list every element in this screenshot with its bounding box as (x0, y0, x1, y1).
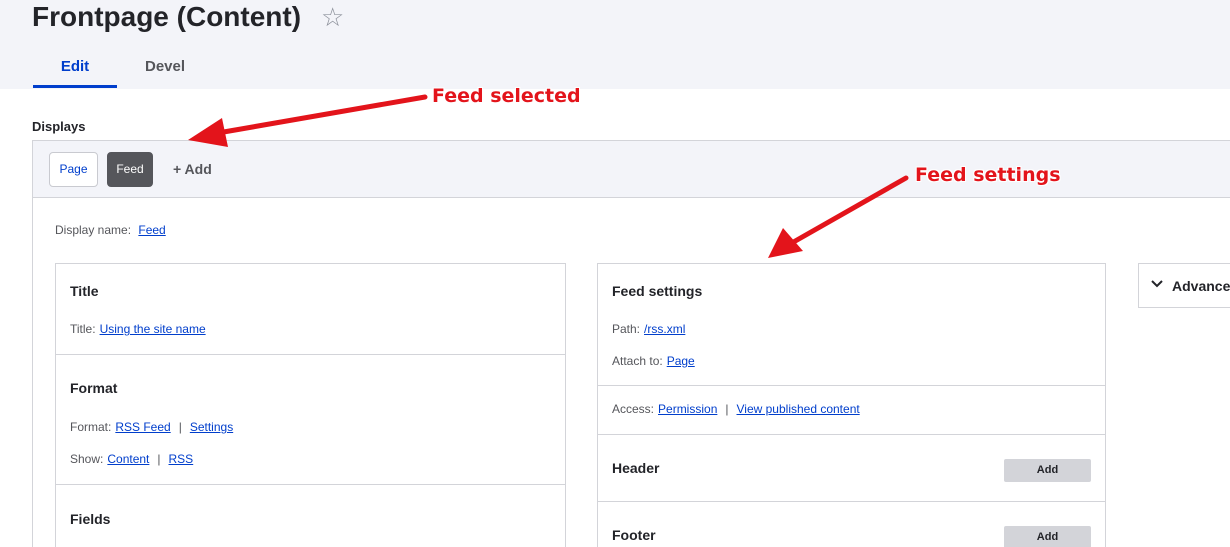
access-extra-link[interactable]: View published content (737, 402, 860, 416)
display-name-label: Display name: (55, 223, 132, 237)
title-value-link[interactable]: Using the site name (100, 322, 206, 336)
show-row: Show: Content | RSS (70, 452, 193, 467)
access-row: Access: Permission | View published content (612, 402, 860, 417)
tab-edit[interactable]: Edit (33, 58, 117, 76)
access-label: Access: (612, 402, 655, 416)
title-label: Title: (70, 322, 96, 336)
display-feed-button[interactable]: Feed (107, 152, 153, 187)
display-name-row: Display name: Feed (55, 223, 166, 238)
annotation-feed-settings: Feed settings (915, 164, 1061, 186)
footer-heading: Footer (612, 527, 656, 543)
feed-settings-section: Feed settings Path:/rss.xml Attach to: Pa… (598, 264, 1105, 386)
displays-label: Displays (32, 119, 86, 134)
show-value-link[interactable]: Content (107, 452, 149, 466)
active-tab-indicator (33, 85, 117, 88)
footer-add-button[interactable]: Add (1004, 526, 1091, 547)
header-add-button[interactable]: Add (1004, 459, 1091, 482)
chevron-down-icon (1151, 277, 1163, 292)
header-heading: Header (612, 460, 660, 476)
title-row: Title: Using the site name (70, 322, 206, 337)
show-label: Show: (70, 452, 104, 466)
add-display-button[interactable]: + Add (173, 161, 212, 177)
feed-settings-heading: Feed settings (612, 283, 703, 299)
page-header: Frontpage (Content) ☆ Edit Devel (0, 0, 1230, 89)
attach-row: Attach to: Page (612, 354, 695, 369)
separator: | (178, 420, 182, 434)
page-title: Frontpage (Content) (32, 1, 302, 32)
footer-section: Footer Add (598, 502, 1105, 547)
star-icon[interactable]: ☆ (321, 3, 344, 31)
display-column-first: Title Title: Using the site name Format F… (55, 263, 566, 547)
format-label: Format: (70, 420, 112, 434)
display-name-link[interactable]: Feed (138, 223, 165, 237)
separator: | (725, 402, 729, 416)
title-heading: Title (70, 283, 99, 299)
title-section: Title Title: Using the site name (56, 264, 565, 355)
path-value-link[interactable]: /rss.xml (644, 322, 685, 336)
fields-section: Fields (56, 485, 565, 547)
annotation-feed-selected: Feed selected (432, 85, 581, 107)
access-value-link[interactable]: Permission (658, 402, 717, 416)
show-settings-link[interactable]: RSS (169, 452, 194, 466)
advanced-label: Advanced (1172, 278, 1230, 294)
format-section: Format Format: RSS Feed | Settings Show: Con… (56, 355, 565, 485)
attach-label: Attach to: (612, 354, 663, 368)
format-heading: Format (70, 380, 118, 396)
path-row: Path:/rss.xml (612, 322, 685, 337)
header-section: Header Add (598, 435, 1105, 502)
tab-devel[interactable]: Devel (145, 58, 185, 76)
fields-heading: Fields (70, 511, 111, 527)
format-settings-link[interactable]: Settings (190, 420, 233, 434)
access-section: Access: Permission | View published content (598, 386, 1105, 435)
advanced-toggle[interactable]: Advanced (1138, 263, 1230, 308)
format-row: Format: RSS Feed | Settings (70, 420, 233, 435)
format-value-link[interactable]: RSS Feed (115, 420, 170, 434)
path-label: Path: (612, 322, 641, 336)
attach-value-link[interactable]: Page (667, 354, 695, 368)
display-column-second: Feed settings Path:/rss.xml Attach to: Pa… (597, 263, 1106, 547)
separator: | (157, 452, 161, 466)
display-page-button[interactable]: Page (49, 152, 98, 187)
